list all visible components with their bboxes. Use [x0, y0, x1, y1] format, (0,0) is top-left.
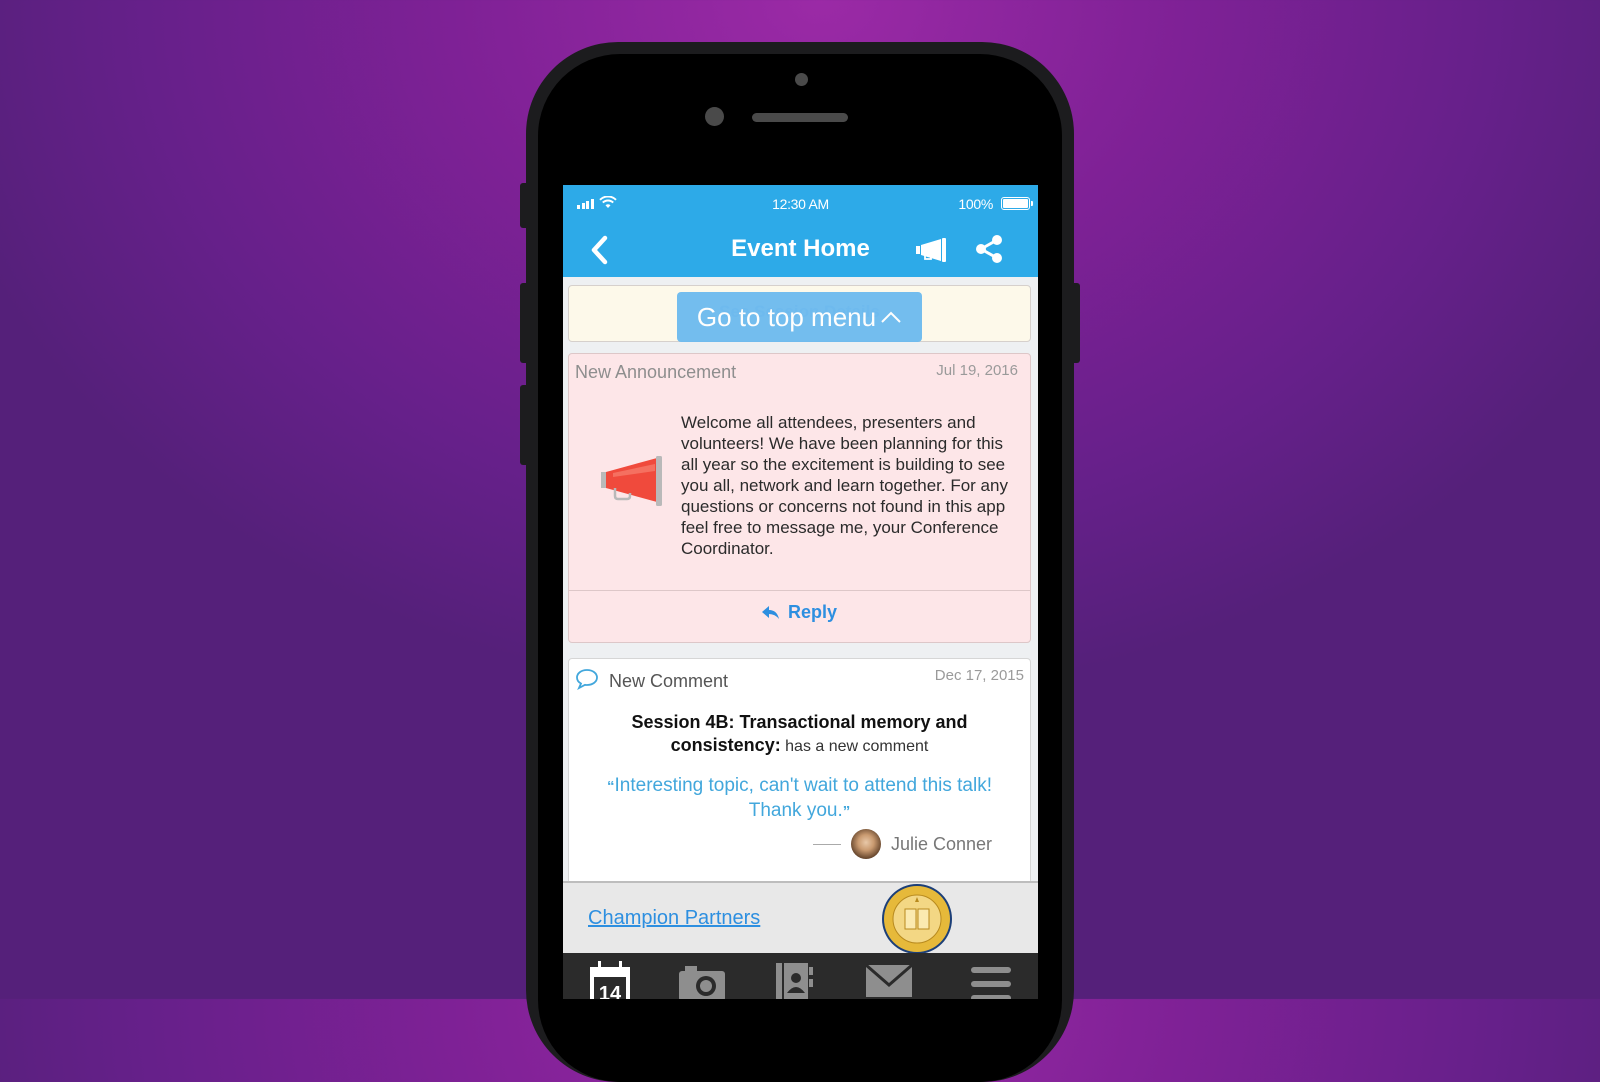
megaphone-icon[interactable]	[915, 238, 949, 262]
page-title: Event Home	[731, 235, 870, 262]
calendar-icon: 14	[590, 961, 630, 999]
menu-icon	[971, 967, 1011, 999]
reply-label: Reply	[787, 602, 838, 622]
calendar-day: 14	[599, 983, 622, 999]
front-camera	[795, 73, 808, 86]
announcement-date: Jul 19, 2016	[936, 362, 1018, 379]
announcement-body: Welcome all attendees, presenters and vo…	[681, 413, 1008, 558]
megaphone-icon	[601, 456, 662, 506]
tab-photos[interactable]	[679, 961, 725, 999]
nav-bar: Event Home	[563, 221, 1038, 277]
tab-menu[interactable]	[971, 961, 1011, 999]
open-quote-icon: “	[607, 778, 615, 795]
announcement-header: New Announcement	[575, 362, 737, 382]
comment-session-title[interactable]: Session 4B: Transactional memory and con…	[599, 711, 1000, 758]
comment-header: New Comment	[609, 671, 729, 691]
close-quote-icon: ”	[842, 803, 851, 820]
go-to-top-label: Go to top menu	[696, 301, 877, 332]
champion-partners-link[interactable]: Champion Partners	[588, 907, 760, 930]
comment-card: New Comment Dec 17, 2015 Session 4B: Tra…	[568, 658, 1031, 918]
announcement-card: New Announcement Jul 19, 2016 Welcome al…	[568, 353, 1031, 643]
comment-author[interactable]: Julie Conner	[812, 829, 992, 859]
comment-suffix: has a new comment	[780, 738, 929, 755]
volume-down-button	[520, 385, 526, 465]
author-dash	[812, 843, 841, 845]
status-bar: 12:30 AM 100%	[563, 185, 1038, 221]
battery-percent: 100%	[958, 196, 993, 212]
chevron-up-icon	[881, 311, 901, 323]
sponsor-banner: Champion Partners	[563, 881, 1038, 955]
divider	[569, 590, 1030, 591]
tab-messages[interactable]	[865, 961, 913, 999]
author-name: Julie Conner	[890, 833, 992, 854]
comment-date: Dec 17, 2015	[934, 667, 1024, 684]
go-to-top-button[interactable]: Go to top menu	[677, 292, 922, 342]
contacts-icon	[776, 963, 813, 999]
ucsd-seal-logo[interactable]	[881, 883, 953, 955]
volume-up-button	[520, 283, 526, 363]
comment-quote: “Interesting topic, can't wait to attend…	[599, 774, 1000, 824]
reply-button[interactable]: Reply	[569, 602, 1030, 623]
speech-bubble-icon	[576, 669, 598, 690]
camera-icon	[679, 966, 725, 999]
avatar	[850, 829, 881, 859]
tab-bar: 14	[563, 953, 1038, 999]
tab-schedule[interactable]: 14	[588, 961, 632, 999]
battery-icon	[1001, 197, 1033, 210]
share-icon[interactable]	[974, 234, 1004, 264]
reply-icon	[761, 605, 779, 619]
tab-contacts[interactable]	[776, 961, 814, 999]
sensor	[705, 107, 724, 126]
mute-switch	[520, 183, 526, 228]
quote-text: Interesting topic, can't wait to attend …	[614, 775, 993, 821]
power-button	[1074, 283, 1080, 363]
app-screen: 12:30 AM 100% Event Home See Session Det…	[563, 185, 1038, 999]
mail-icon	[865, 963, 913, 997]
earpiece-speaker	[752, 113, 848, 122]
